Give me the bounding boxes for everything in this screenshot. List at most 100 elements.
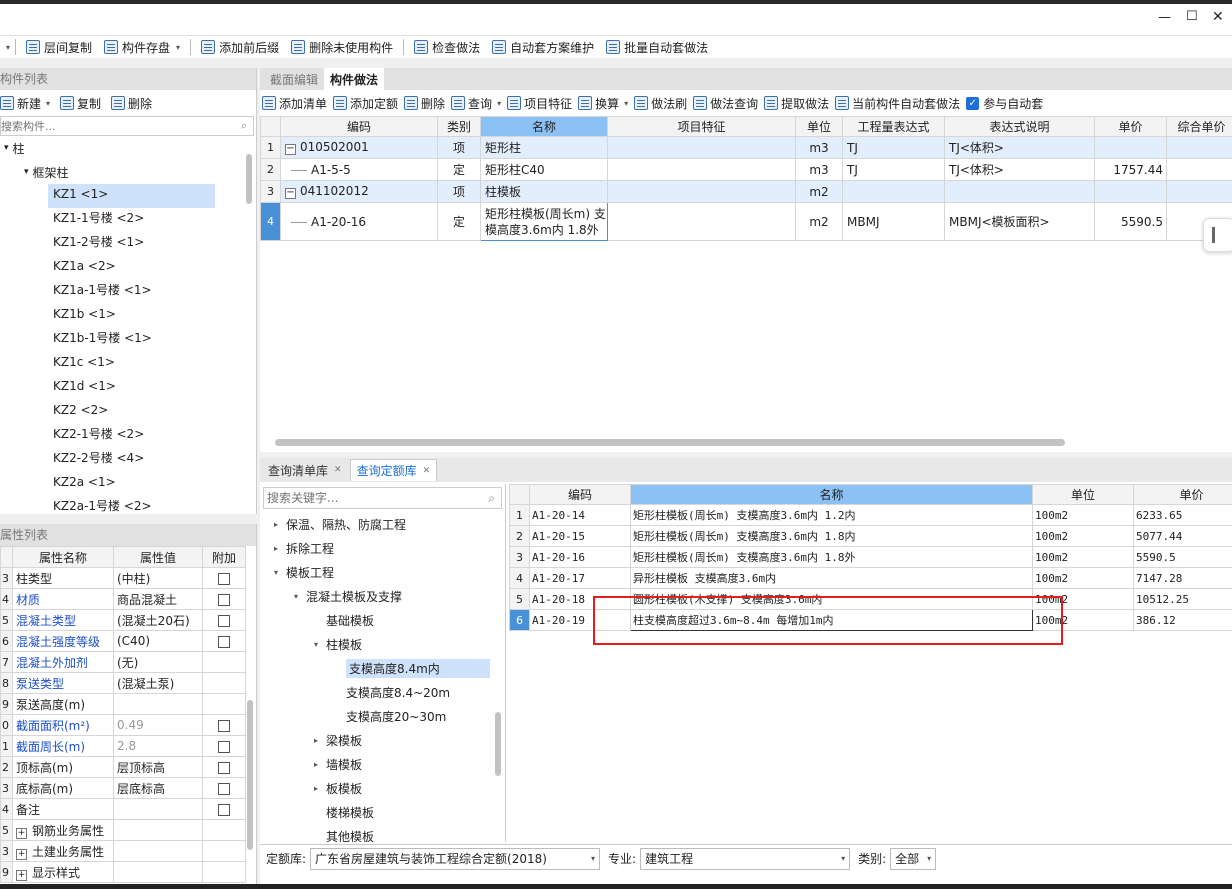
method-cell-unit[interactable]: m2 <box>795 180 843 203</box>
method-cell-name[interactable]: 矩形柱 <box>480 136 608 159</box>
method-cell-expr[interactable]: TJ <box>842 136 945 159</box>
method-cell-unit[interactable]: m3 <box>795 158 843 181</box>
quota-tree-item[interactable]: 支模高度20~30m <box>260 704 505 728</box>
expand-icon[interactable]: + <box>16 848 27 860</box>
property-value[interactable]: (无) <box>113 651 203 673</box>
property-row[interactable]: 3 底标高(m) 层底标高 <box>0 777 246 799</box>
component-item[interactable]: KZ1a-1号楼 <1> <box>48 280 215 304</box>
method-cell-desc[interactable]: TJ<体积> <box>944 158 1095 181</box>
quota-tree-item[interactable]: ▾ 柱模板 <box>260 632 505 656</box>
property-row[interactable]: 6 混凝土强度等级 (C40) <box>0 630 246 652</box>
property-value[interactable] <box>113 798 203 820</box>
method-tab[interactable]: 截面编辑 <box>264 68 324 90</box>
quota-cell-name[interactable]: 矩形柱模板(周长m) 支模高度3.6m内 1.8内 <box>630 525 1033 547</box>
property-value[interactable] <box>113 861 203 883</box>
method-toolbar-button[interactable]: 添加清单 <box>262 95 327 112</box>
method-cell-desc[interactable]: TJ<体积> <box>944 136 1095 159</box>
property-value[interactable] <box>113 819 203 841</box>
method-cell-name[interactable]: 矩形柱模板(周长m) 支模高度3.6m内 1.8外 <box>480 202 608 241</box>
method-header-cell[interactable]: 单位 <box>795 116 843 137</box>
quota-cell-name[interactable]: 矩形柱模板(周长m) 支模高度3.6m内 1.8外 <box>630 546 1033 568</box>
property-extra-checkbox[interactable] <box>218 761 230 774</box>
component-search-input[interactable] <box>1 119 201 133</box>
property-row[interactable]: 0 截面面积(m²) 0.49 <box>0 714 246 736</box>
quota-cell-unit[interactable]: 100m2 <box>1032 567 1134 589</box>
method-header-cell[interactable]: 项目特征 <box>607 116 796 137</box>
toolbar-button[interactable]: 构件存盘 ▾ <box>99 35 185 59</box>
method-cell-type[interactable]: 项 <box>437 180 481 203</box>
component-item[interactable]: KZ1d <1> <box>48 376 215 400</box>
property-value[interactable]: 层底标高 <box>113 777 203 799</box>
component-item[interactable]: KZ2a <1> <box>48 472 215 496</box>
close-icon[interactable]: ✕ <box>334 465 342 475</box>
method-tab[interactable]: 构件做法 <box>324 68 385 90</box>
quota-cell-code[interactable]: A1-20-15 <box>529 525 631 547</box>
method-cell-total[interactable] <box>1166 180 1232 203</box>
toolbar-button[interactable]: 删除未使用构件 <box>286 35 398 59</box>
method-header-cell[interactable]: 综合单价 <box>1166 116 1232 137</box>
property-extra-checkbox[interactable] <box>218 803 230 816</box>
property-value[interactable] <box>113 693 203 715</box>
method-toolbar-button[interactable]: 做法刷 <box>634 95 687 112</box>
query-tab[interactable]: 查询清单库 ✕ <box>262 459 348 481</box>
method-cell-type[interactable]: 定 <box>437 202 481 241</box>
category-select[interactable]: 全部 ▾ <box>890 847 937 870</box>
method-hscrollbar[interactable] <box>275 439 1065 446</box>
method-row[interactable]: 3−041102012 项 柱模板 m2 <box>260 180 1232 203</box>
property-row[interactable]: 5 混凝土类型 (混凝土20石) <box>0 609 246 631</box>
method-cell-price[interactable] <box>1094 136 1167 159</box>
component-item[interactable]: KZ2a-1号楼 <2> <box>48 496 215 520</box>
close-button[interactable]: ✕ <box>1212 9 1224 25</box>
property-row[interactable]: 8 泵送类型 (混凝土泵) <box>0 672 246 694</box>
method-toolbar-button[interactable]: 添加定额 <box>333 95 398 112</box>
method-header-cell[interactable]: 表达式说明 <box>944 116 1095 137</box>
quota-cell-price[interactable]: 5590.5 <box>1133 546 1232 568</box>
quota-tree-item[interactable]: ▾ 混凝土模板及支撑 <box>260 584 505 608</box>
component-item[interactable]: KZ2-2号楼 <4> <box>48 448 215 472</box>
property-extra-checkbox[interactable] <box>218 614 230 627</box>
toolbar-button[interactable]: 添加前后缀 <box>196 35 284 59</box>
property-row[interactable]: 5 + 钢筋业务属性 <box>0 819 246 841</box>
quota-tree-item[interactable]: ▸ 板模板 <box>260 776 505 800</box>
method-cell-feature[interactable] <box>607 180 796 203</box>
method-cell-feature[interactable] <box>607 202 796 241</box>
property-extra-checkbox[interactable] <box>218 635 230 648</box>
maximize-button[interactable]: ☐ <box>1186 9 1198 24</box>
quota-cell-unit[interactable]: 100m2 <box>1032 525 1134 547</box>
quota-cell-code[interactable]: A1-20-14 <box>529 504 631 526</box>
quota-cell-unit[interactable]: 100m2 <box>1032 504 1134 526</box>
quota-search[interactable]: ⌕ <box>263 487 502 509</box>
property-row[interactable]: 1 截面周长(m) 2.8 <box>0 735 246 757</box>
floating-handle[interactable] <box>1203 218 1232 252</box>
method-toolbar-button[interactable]: 项目特征 <box>507 95 572 112</box>
quota-tree-item[interactable]: ▸ 墙模板 <box>260 752 505 776</box>
toolbar-dropdown-arrow[interactable]: ▾ <box>6 43 10 52</box>
method-cell-code[interactable]: A1-5-5 <box>280 158 438 181</box>
component-item[interactable]: KZ1b <1> <box>48 304 215 328</box>
method-toolbar-button[interactable]: 做法查询 <box>693 95 758 112</box>
method-cell-unit[interactable]: m2 <box>795 202 843 241</box>
method-header-cell[interactable]: 类别 <box>437 116 481 137</box>
quota-tree-item[interactable]: 支模高度8.4~20m <box>260 680 505 704</box>
expand-icon[interactable]: + <box>16 827 27 839</box>
property-row[interactable]: 4 备注 <box>0 798 246 820</box>
method-cell-feature[interactable] <box>607 158 796 181</box>
method-toolbar-button[interactable]: 换算 ▾ <box>578 95 628 112</box>
property-value[interactable]: (C40) <box>113 630 203 652</box>
method-header-cell[interactable]: 名称 <box>480 116 608 137</box>
quota-tree-item[interactable]: ▸ 梁模板 <box>260 728 505 752</box>
property-extra-checkbox[interactable] <box>218 782 230 795</box>
quota-tree-item[interactable]: 基础模板 <box>260 608 505 632</box>
method-cell-type[interactable]: 项 <box>437 136 481 159</box>
tree-group[interactable]: ▾ 框架柱 <box>0 160 256 184</box>
property-extra-checkbox[interactable] <box>218 719 230 732</box>
property-value[interactable] <box>113 840 203 862</box>
quota-header-cell[interactable]: 单位 <box>1032 484 1134 505</box>
component-item[interactable]: KZ2 <2> <box>48 400 215 424</box>
collapse-icon[interactable]: − <box>285 188 296 199</box>
quota-cell-price[interactable]: 386.12 <box>1133 609 1232 631</box>
quota-row[interactable]: 4 A1-20-17 异形柱模板 支模高度3.6m内 100m2 7147.28 <box>509 567 1232 589</box>
method-cell-desc[interactable]: MBMJ<模板面积> <box>944 202 1095 241</box>
component-item[interactable]: KZ1-2号楼 <1> <box>48 232 215 256</box>
component-item[interactable]: KZ1b-1号楼 <1> <box>48 328 215 352</box>
